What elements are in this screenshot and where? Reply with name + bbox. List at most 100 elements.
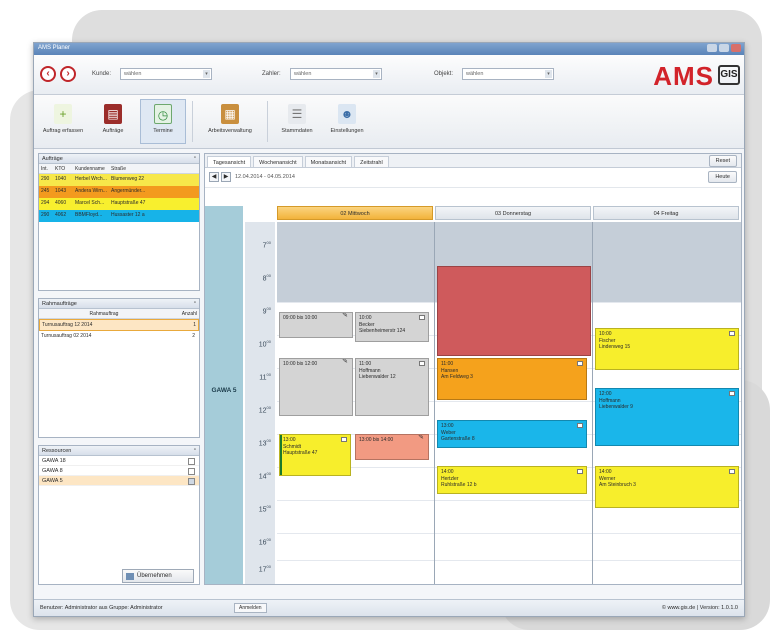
kunde-select[interactable]: wählen ▾ [120,68,212,80]
pin-icon[interactable]: ▫ [194,447,196,453]
day-column[interactable]: 09:00 bis 10:00 ✎ 10:00 Becker Siebenhei… [277,222,435,584]
calendar-event[interactable] [437,266,591,356]
calendar-event[interactable]: 13:00 Weber Gartenstraße 8 [437,420,587,448]
calendar-event[interactable]: 09:00 bis 10:00 ✎ [279,312,353,338]
calendar-event[interactable]: 14:00 Hertzler Ruhlstraße 12 b [437,466,587,494]
table-row[interactable]: 290 4062 BBMFloyd... Hussaster 12 a [39,210,199,222]
note-icon[interactable] [419,361,425,366]
note-icon[interactable] [729,331,735,336]
calendar-event[interactable]: 10:00 bis 12:00 ✎ [279,358,353,416]
table-cell: Herbel Wrch... [75,176,107,182]
chevron-down-icon[interactable]: ▾ [203,70,210,78]
calendar-event[interactable]: 14:00 Werner Am Steinbruch 3 [595,466,739,508]
pencil-icon[interactable]: ✎ [418,435,424,442]
calendar-clock-icon: ◷ [154,104,172,124]
note-icon[interactable] [577,361,583,366]
table-cell: 294 [41,200,50,206]
hour-label: 1500 [258,504,271,514]
minimize-icon[interactable] [707,44,717,52]
column-header[interactable]: Anzahl [169,309,199,318]
day-header[interactable]: 04 Freitag [593,206,739,220]
resource-label: GAWA 5 [42,478,63,484]
calendar-event[interactable]: 13:00 Schmidt Hauptstraße 47 [279,434,351,476]
back-arrow-icon[interactable]: ‹ [40,66,56,82]
close-icon[interactable] [731,44,741,52]
table-row[interactable]: 290 1040 Herbel Wrch... Blumenweg 22 [39,174,199,186]
note-icon[interactable] [419,315,425,320]
ribbon-separator [267,101,268,142]
column-header[interactable]: Rahmauftrag [39,309,169,318]
ribbon-stammdaten[interactable]: ☰ Stammdaten [274,99,320,144]
calendar-event[interactable]: 12:00 Hoffmann Liebenwalder 9 [595,388,739,446]
tab-tagesansicht[interactable]: Tagesansicht [207,156,252,167]
day-header[interactable]: 02 Mittwoch [277,206,433,220]
uebernehmen-button[interactable]: Übernehmen [122,569,194,583]
chevron-down-icon[interactable]: ▾ [373,70,380,78]
tab-zeitstrahl[interactable]: Zeitstrahl [354,156,389,167]
resource-checkbox[interactable] [188,468,195,475]
pin-icon[interactable]: ▫ [194,155,196,161]
list-item[interactable]: GAWA 5 [39,476,199,486]
calendar-event[interactable]: 11:00 Hansen Am Feldweg 3 [437,358,587,400]
calendar-event[interactable]: 11:00 Hoffmann Liebenwalder 12 [355,358,429,416]
calendar-event[interactable]: 10:00 Fischer Lindenweg 15 [595,328,739,370]
column-header[interactable]: KTO [53,164,73,173]
app-window: AMS Planer ‹ › Kunde: wählen ▾ Zahler: w… [33,42,745,617]
objekt-label: Objekt: [434,71,454,77]
hour-label: 1000 [258,339,271,349]
objekt-select[interactable]: wählen ▾ [462,68,554,80]
pin-icon[interactable]: ▫ [194,300,196,306]
ledger-icon: ▦ [221,104,239,124]
tab-monatsansicht[interactable]: Monatsansicht [304,156,353,167]
calendar-panel: Tagesansicht Wochenansicht Monatsansicht… [204,153,742,585]
note-icon[interactable] [729,391,735,396]
anmelden-button[interactable]: Anmelden [234,603,267,613]
table-cell: Marcel Sch... [75,200,105,206]
ribbon-auftrag-erfassen[interactable]: + Auftrag erfassen [40,99,86,144]
day-column[interactable]: 10:00 Fischer Lindenweg 15 12:00 Hoffman… [593,222,741,584]
maximize-icon[interactable] [719,44,729,52]
calendar-event[interactable]: 13:00 bis 14:00 ✎ [355,434,429,460]
table-cell: Hussaster 12 a [111,212,145,218]
day-header[interactable]: 03 Donnerstag [435,206,591,220]
pencil-icon[interactable]: ✎ [342,359,348,366]
off-hours-shade [277,222,434,302]
zahler-select[interactable]: wählen ▾ [290,68,382,80]
pencil-icon[interactable]: ✎ [342,313,348,320]
ribbon-label: Aufträge [102,128,124,134]
column-header[interactable]: Kundenname [73,164,109,173]
column-header[interactable]: Straße [109,164,149,173]
reset-button[interactable]: Reset [708,155,737,167]
status-bar: Benutzer: Administrator aus Gruppe: Admi… [34,599,744,616]
day-column[interactable]: 11:00 Hansen Am Feldweg 3 13:00 Weber Ga… [435,222,593,584]
resource-checkbox[interactable] [188,478,195,485]
column-header[interactable]: Int. [39,164,53,173]
table-cell: Turnusauftrag 02 2014 [41,333,92,339]
chevron-down-icon[interactable]: ▾ [545,70,552,78]
table-cell: Andera Wirn... [75,188,107,194]
list-item[interactable]: GAWA 8 [39,466,199,476]
calendar-event[interactable]: 10:00 Becker Siebenheimerstr 124 [355,312,429,342]
ribbon-auftraege[interactable]: ▤ Aufträge [90,99,136,144]
view-tabs: Tagesansicht Wochenansicht Monatsansicht… [205,154,741,168]
table-row[interactable]: 294 4060 Marcel Sch... Hauptstraße 47 [39,198,199,210]
previous-arrow-icon[interactable]: ◀ [209,172,219,182]
forward-arrow-icon[interactable]: › [60,66,76,82]
note-icon[interactable] [577,423,583,428]
hour-label: 700 [262,240,271,250]
table-row[interactable]: 245 1043 Andera Wirn... Angermünder... [39,186,199,198]
ribbon-einstellungen[interactable]: ☻ Einstellungen [324,99,370,144]
note-icon[interactable] [729,469,735,474]
note-icon[interactable] [341,437,347,442]
status-bar [280,435,282,475]
table-row[interactable]: Turnusauftrag 02 2014 2 [39,331,199,343]
resource-checkbox[interactable] [188,458,195,465]
next-arrow-icon[interactable]: ▶ [221,172,231,182]
ribbon-arbeitsverwaltung[interactable]: ▦ Arbeitsverwaltung [199,99,261,144]
note-icon[interactable] [577,469,583,474]
table-row[interactable]: Turnusauftrag 12 2014 1 [39,319,199,331]
heute-button[interactable]: Heute [708,171,737,183]
ribbon-termine[interactable]: ◷ Termine [140,99,186,144]
tab-wochenansicht[interactable]: Wochenansicht [253,156,303,167]
list-item[interactable]: GAWA 18 [39,456,199,466]
